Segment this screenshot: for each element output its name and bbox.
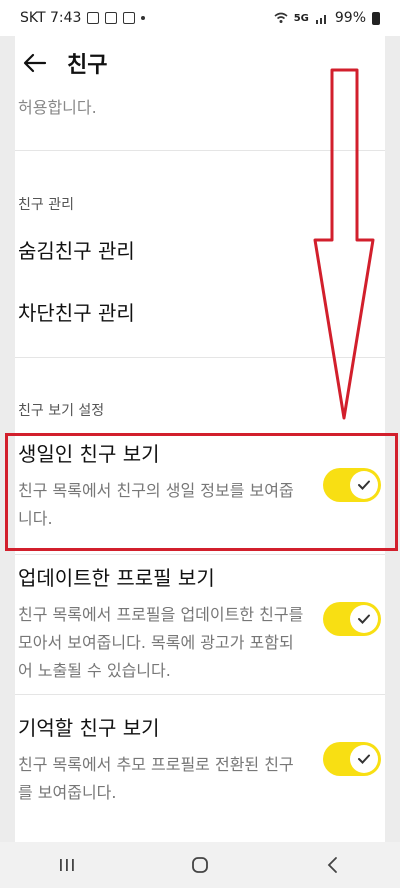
right-edge <box>385 0 400 888</box>
setting-description: 친구 목록에서 친구의 생일 정보를 보여줍니다. <box>18 481 294 528</box>
app-bar: 친구 <box>15 36 385 90</box>
settings-content: 허용합니다. 친구 관리 숨김친구 관리 차단친구 관리 친구 보기 설정 생일… <box>15 90 385 842</box>
check-icon <box>358 754 370 764</box>
blocked-friends-manage-item[interactable]: 차단친구 관리 <box>18 297 385 326</box>
divider <box>15 554 385 555</box>
left-edge <box>0 0 15 888</box>
memorial-toggle[interactable] <box>323 742 381 776</box>
notification-icon <box>123 12 136 24</box>
back-button[interactable] <box>15 43 55 83</box>
birthday-friends-setting[interactable]: 생일인 친구 보기 친구 목록에서 친구의 생일 정보를 보여줍니다. <box>18 438 385 533</box>
system-back-button[interactable] <box>303 845 363 885</box>
network-type-label: 5G <box>293 12 309 24</box>
mail-icon <box>105 12 118 24</box>
page-title: 친구 <box>67 53 108 78</box>
image-icon <box>87 12 100 24</box>
setting-title: 업데이트한 프로필 보기 <box>18 566 215 590</box>
divider <box>15 357 385 358</box>
more-notifications-icon <box>141 16 146 20</box>
divider <box>15 150 385 151</box>
status-bar: SKT 7:43 5G 99% <box>0 0 400 36</box>
updated-profile-setting[interactable]: 업데이트한 프로필 보기 친구 목록에서 프로필을 업데이트한 친구를 모아서 … <box>18 562 385 685</box>
recent-apps-icon <box>59 859 74 871</box>
updated-profile-toggle[interactable] <box>323 602 381 636</box>
setting-title: 기억할 친구 보기 <box>18 716 160 740</box>
check-icon <box>358 614 370 624</box>
battery-percent: 99% <box>334 10 366 26</box>
setting-description: 친구 목록에서 추모 프로필로 전환된 친구를 보여줍니다. <box>18 755 294 802</box>
home-button[interactable] <box>170 845 230 885</box>
check-icon <box>358 480 370 490</box>
setting-title: 생일인 친구 보기 <box>18 442 160 466</box>
wifi-icon <box>274 12 288 23</box>
toggle-knob <box>350 605 378 633</box>
section-header-manage: 친구 관리 <box>18 197 74 213</box>
hidden-friends-manage-item[interactable]: 숨김친구 관리 <box>18 235 385 264</box>
arrow-left-icon <box>23 53 47 73</box>
back-icon <box>328 857 338 873</box>
divider <box>15 694 385 695</box>
home-icon <box>192 857 208 873</box>
signal-icon <box>315 15 326 24</box>
birthday-toggle[interactable] <box>323 468 381 502</box>
battery-icon <box>372 11 380 25</box>
status-time: SKT 7:43 <box>20 10 82 26</box>
setting-description: 친구 목록에서 프로필을 업데이트한 친구를 모아서 보여줍니다. 목록에 광고… <box>18 605 304 680</box>
memorial-friends-setting[interactable]: 기억할 친구 보기 친구 목록에서 추모 프로필로 전환된 친구를 보여줍니다. <box>18 712 385 807</box>
recent-apps-button[interactable] <box>37 845 97 885</box>
section-header-view: 친구 보기 설정 <box>18 403 105 419</box>
toggle-knob <box>350 471 378 499</box>
toggle-knob <box>350 745 378 773</box>
navigation-bar <box>0 842 400 888</box>
truncated-description: 허용합니다. <box>18 98 97 117</box>
